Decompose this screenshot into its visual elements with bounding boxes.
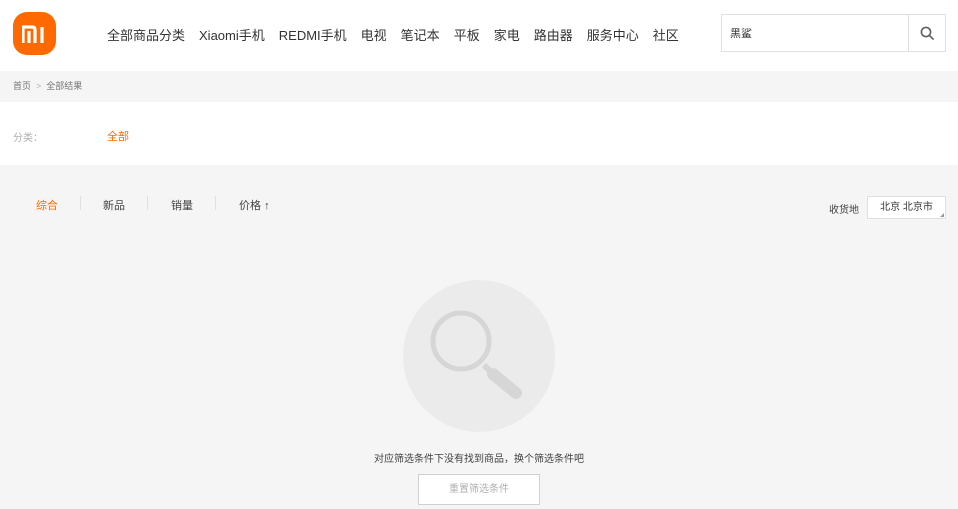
empty-state-illustration: [403, 280, 555, 432]
breadcrumb-home[interactable]: 首页: [13, 81, 31, 91]
shipping-location: 北京 北京市: [880, 202, 933, 213]
search-input[interactable]: [722, 15, 908, 51]
nav-item-xiaomi-phone[interactable]: Xiaomi手机: [199, 25, 265, 43]
nav-item-community[interactable]: 社区: [653, 25, 679, 43]
sort-comprehensive[interactable]: 综合: [36, 197, 58, 213]
sort-divider: [215, 196, 216, 210]
breadcrumb-current: 全部结果: [46, 81, 83, 91]
mi-logo[interactable]: [13, 12, 56, 55]
mi-logo-mark: [21, 24, 44, 43]
nav-item-laptop[interactable]: 笔记本: [401, 25, 440, 43]
breadcrumb-separator: >: [36, 81, 42, 91]
sort-bar: 综合 新品 销量 价格 ↑ 收货地 北京 北京市: [0, 165, 958, 245]
nav-item-tv[interactable]: 电视: [361, 25, 387, 43]
nav-item-router[interactable]: 路由器: [534, 25, 573, 43]
sort-new[interactable]: 新品: [103, 197, 125, 213]
nav-item-appliances[interactable]: 家电: [494, 25, 520, 43]
search-box: [721, 14, 946, 52]
shipping-location-select[interactable]: 北京 北京市: [867, 196, 946, 219]
nav-item-tablet[interactable]: 平板: [454, 25, 480, 43]
main-nav: 全部商品分类 Xiaomi手机 REDMI手机 电视 笔记本 平板 家电 路由器…: [107, 25, 693, 43]
sort-price-label: 价格: [239, 200, 261, 212]
sort-price[interactable]: 价格 ↑: [239, 197, 270, 213]
search-icon: [920, 26, 934, 40]
breadcrumb: 首页 > 全部结果: [0, 71, 958, 102]
site-header: 全部商品分类 Xiaomi手机 REDMI手机 电视 笔记本 平板 家电 路由器…: [0, 0, 958, 71]
category-filter: 分类： 全部: [0, 102, 958, 165]
empty-state-message: 对应筛选条件下没有找到商品，换个筛选条件吧: [374, 454, 584, 465]
category-label: 分类：: [13, 133, 43, 144]
dropdown-corner-icon: [940, 213, 944, 217]
sort-divider: [147, 196, 148, 210]
shipping-label: 收货地: [829, 205, 859, 216]
sort-divider: [80, 196, 81, 210]
reset-filter-button[interactable]: 重置筛选条件: [418, 474, 540, 505]
nav-item-service-center[interactable]: 服务中心: [587, 25, 639, 43]
sort-sales[interactable]: 销量: [171, 197, 193, 213]
magnifier-icon: [430, 310, 522, 399]
nav-item-all-categories[interactable]: 全部商品分类: [107, 25, 185, 43]
arrow-up-icon: ↑: [264, 200, 270, 212]
search-button[interactable]: [908, 15, 945, 51]
category-option-all[interactable]: 全部: [107, 128, 129, 144]
nav-item-redmi-phone[interactable]: REDMI手机: [279, 25, 347, 43]
